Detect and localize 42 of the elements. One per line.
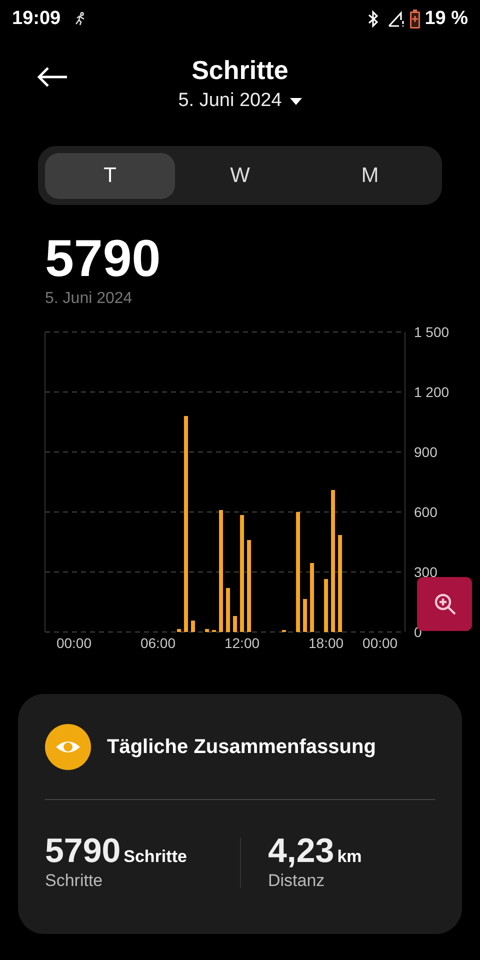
- stat-unit: Schritte: [124, 846, 187, 868]
- step-bar: [310, 563, 314, 632]
- zoom-in-icon: [432, 592, 456, 616]
- y-axis-label: 300: [414, 564, 438, 580]
- x-axis-label: 00:00: [56, 635, 92, 651]
- step-bar: [191, 620, 195, 632]
- step-total: 5790: [45, 231, 162, 287]
- total-date: 5. Juni 2024: [45, 289, 134, 309]
- period-tab[interactable]: W: [175, 152, 305, 198]
- eye-icon: [45, 724, 91, 770]
- page-title: Schritte: [192, 54, 288, 86]
- caret-icon: [290, 98, 302, 104]
- x-axis-label: 06:00: [140, 635, 176, 651]
- step-bar: [226, 588, 230, 632]
- battery-percent: 19 %: [424, 6, 468, 31]
- period-tab[interactable]: M: [305, 152, 435, 198]
- stat-label: Schritte: [45, 870, 104, 892]
- step-bar: [324, 579, 328, 632]
- status-time: 19:09: [12, 6, 61, 31]
- step-bar: [205, 629, 209, 632]
- running-person-icon: [72, 12, 87, 26]
- y-axis-label: 1 200: [414, 384, 450, 400]
- bluetooth-icon: [366, 10, 379, 28]
- stat-value: 4,23: [268, 832, 334, 870]
- signal-icon: [386, 10, 405, 28]
- battery-icon: [408, 9, 421, 29]
- summary-title: Tägliche Zusammenfassung: [107, 734, 376, 760]
- y-axis-label: 900: [414, 444, 438, 460]
- stat-unit: km: [337, 846, 362, 868]
- y-axis-label: 600: [414, 504, 438, 520]
- period-tab[interactable]: T: [45, 152, 175, 198]
- step-bar: [177, 629, 181, 632]
- back-arrow-icon: [36, 66, 68, 88]
- date-dropdown[interactable]: 5. Juni 2024: [178, 86, 302, 116]
- x-axis-label: 00:00: [362, 635, 398, 651]
- y-axis-label: 1 500: [414, 324, 450, 340]
- step-bar: [303, 599, 308, 632]
- stat-label: Distanz: [268, 870, 326, 892]
- stat-value: 5790: [45, 832, 121, 870]
- x-axis-label: 12:00: [224, 635, 260, 651]
- step-bar: [233, 616, 237, 632]
- x-axis-label: 18:00: [308, 635, 344, 651]
